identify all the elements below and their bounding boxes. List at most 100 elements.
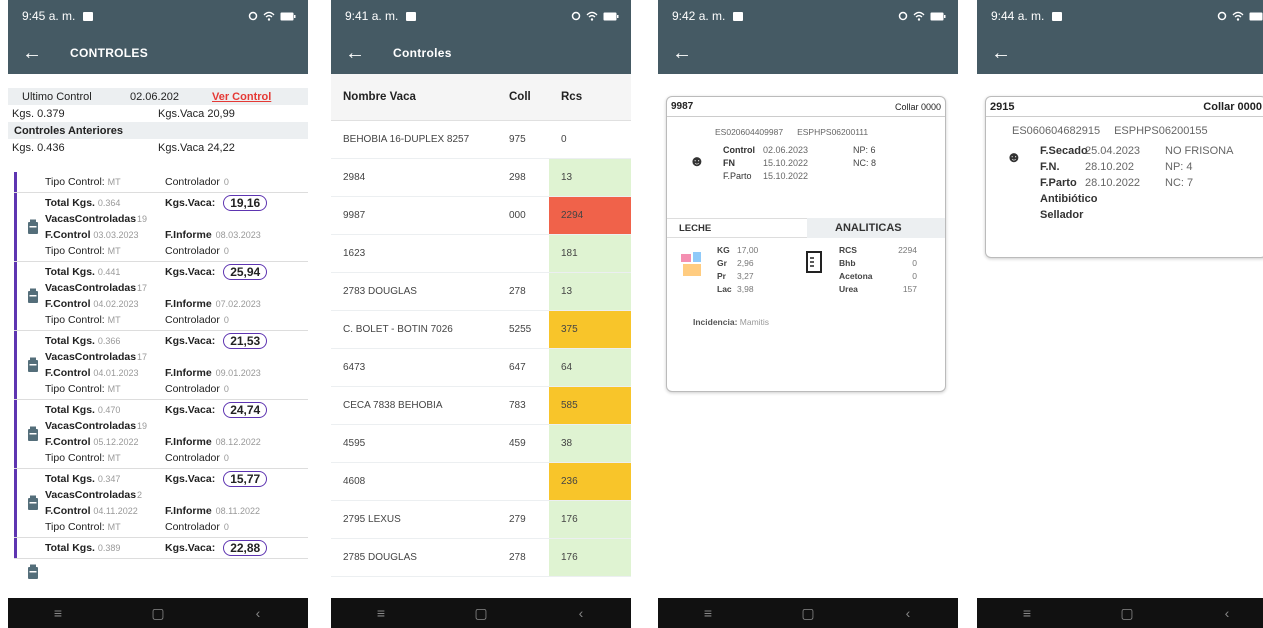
cell-nombre: 6473 <box>331 348 503 387</box>
header-coll[interactable]: Coll <box>503 74 549 121</box>
incidencia-value: Mamitis <box>739 317 770 327</box>
cow-detail-card: 9987 Collar 0000 ES020604409987 ESPHPS06… <box>666 96 946 392</box>
kgs-vaca: Kgs.Vaca: 22,88 <box>165 540 300 556</box>
milk-analytics: KG 17,00 Gr 2,96 Pr 3,27 Lac 3,98 RCS 2294 Bh… <box>667 238 945 295</box>
list-item[interactable]: Tipo Control: MT Controlador 0 <box>14 172 308 192</box>
back-icon[interactable]: ‹ <box>1207 605 1247 621</box>
phone-controles-list: 9:45 a. m. ← CONTROLES Ultimo Control 02… <box>8 0 308 628</box>
back-arrow-icon[interactable]: ← <box>22 43 42 63</box>
incidencia-label: Incidencia: <box>693 317 738 327</box>
list-item[interactable]: Total Kgs. 0.347 Kgs.Vaca: 15,77 VacasContr… <box>14 469 308 537</box>
nc-value: NC: 8 <box>853 157 877 168</box>
table-row[interactable]: 6473 647 64 <box>331 348 631 387</box>
battery-icon <box>280 12 296 20</box>
sync-icon <box>1217 11 1227 21</box>
urea-value: 157 <box>902 284 917 294</box>
table-row[interactable]: C. BOLET - BOTIN 7026 5255 375 <box>331 310 631 349</box>
back-arrow-icon[interactable]: ← <box>991 43 1011 63</box>
cell-nombre: 2783 DOUGLAS <box>331 272 503 311</box>
table-row[interactable]: BEHOBIA 16-DUPLEX 8257 975 0 <box>331 120 631 159</box>
table-header-row: Nombre Vaca Coll Rcs <box>331 74 631 121</box>
recent-apps-icon[interactable]: ≡ <box>361 605 401 621</box>
list-item[interactable]: Total Kgs. 0.364 Kgs.Vaca: 19,16 VacasContr… <box>14 193 308 261</box>
system-nav-bar: ≡ ▢ ‹ <box>331 598 631 628</box>
table-row[interactable]: 2795 LEXUS 279 176 <box>331 500 631 539</box>
cow-icon: ☻ <box>689 153 705 170</box>
app-bar: ← <box>658 32 958 74</box>
list-item[interactable]: Total Kgs. 0.441 Kgs.Vaca: 25,94 VacasContr… <box>14 262 308 330</box>
cell-rcs: 64 <box>549 348 631 387</box>
list-item[interactable]: Total Kgs. 0.366 Kgs.Vaca: 21,53 VacasContr… <box>14 331 308 399</box>
home-icon[interactable]: ▢ <box>138 605 178 622</box>
battery-icon <box>603 12 619 20</box>
table-row[interactable]: 2785 DOUGLAS 278 176 <box>331 538 631 577</box>
table-row[interactable]: 2984 298 13 <box>331 158 631 197</box>
wifi-icon <box>263 11 275 21</box>
app-bar: ← CONTROLES <box>8 32 308 74</box>
gr-value: 2,96 <box>737 258 754 268</box>
ver-control-link[interactable]: Ver Control <box>212 91 271 103</box>
cell-coll <box>503 462 549 501</box>
card-header: 2915 Collar 0000 <box>986 97 1263 117</box>
controlador-label: Controlador 0 <box>165 176 229 188</box>
milk-can-icon <box>28 288 38 303</box>
cell-rcs: 0 <box>549 120 631 159</box>
header-rcs[interactable]: Rcs <box>549 74 631 121</box>
notification-icon <box>406 11 417 21</box>
cell-coll: 298 <box>503 158 549 197</box>
back-icon[interactable]: ‹ <box>238 605 278 621</box>
analiticas-heading: ANALITICAS <box>835 222 902 234</box>
wifi-icon <box>586 11 598 21</box>
battery-icon <box>930 12 946 20</box>
table-row[interactable]: CECA 7838 BEHOBIA 783 585 <box>331 386 631 425</box>
total-kgs: Total Kgs. 0.470 <box>45 404 121 416</box>
back-icon[interactable]: ‹ <box>888 605 928 621</box>
notification-icon <box>83 11 94 21</box>
back-arrow-icon[interactable]: ← <box>345 43 365 63</box>
last-control-label: Ultimo Control <box>22 90 92 103</box>
list-item[interactable]: Total Kgs. 0.470 Kgs.Vaca: 24,74 VacasContr… <box>14 400 308 468</box>
battery-icon <box>1249 12 1263 20</box>
table-row[interactable]: 4595 459 38 <box>331 424 631 463</box>
kgs-vaca-value: Kgs.Vaca 20,99 <box>158 107 235 120</box>
milk-can-icon <box>28 426 38 441</box>
fn-date: 15.10.2022 <box>763 157 809 168</box>
header-nombre[interactable]: Nombre Vaca <box>331 74 503 121</box>
recent-apps-icon[interactable]: ≡ <box>1007 605 1047 621</box>
last-control-date: 02.06.202 <box>130 90 179 103</box>
home-icon[interactable]: ▢ <box>1107 605 1147 622</box>
rcs-value: 2294 <box>898 245 917 255</box>
fsecado-label: F.Secado <box>1040 145 1088 157</box>
cell-coll: 279 <box>503 500 549 539</box>
notification-icon <box>733 11 744 21</box>
wifi-icon <box>1232 11 1244 21</box>
table-row[interactable]: 2783 DOUGLAS 278 13 <box>331 272 631 311</box>
recent-apps-icon[interactable]: ≡ <box>688 605 728 621</box>
back-arrow-icon[interactable]: ← <box>672 43 692 63</box>
sync-icon <box>898 11 908 21</box>
page-title: Controles <box>393 46 452 60</box>
last-control-row: Ultimo Control 02.06.202 Ver Control <box>8 88 308 105</box>
cell-nombre: 2984 <box>331 158 503 197</box>
back-icon[interactable]: ‹ <box>561 605 601 621</box>
card-header: 9987 Collar 0000 <box>667 97 945 117</box>
home-icon[interactable]: ▢ <box>461 605 501 622</box>
phone-dry-cow-detail: 9:44 a. m. ← 2915 Collar 0000 ES06060468… <box>977 0 1263 628</box>
recent-apps-icon[interactable]: ≡ <box>38 605 78 621</box>
home-icon[interactable]: ▢ <box>788 605 828 622</box>
total-kgs: Total Kgs. 0.364 <box>45 197 121 209</box>
table-row[interactable]: 9987 000 2294 <box>331 196 631 235</box>
cell-rcs: 176 <box>549 538 631 577</box>
previous-controls-heading: Controles Anteriores <box>8 122 308 139</box>
np-value: NP: 6 <box>853 144 876 155</box>
table-row[interactable]: 1623 181 <box>331 234 631 273</box>
cell-nombre: 4608 <box>331 462 503 501</box>
fn-label: F.N. <box>1040 161 1060 173</box>
milk-icon <box>667 244 717 295</box>
list-item[interactable]: Total Kgs. 0.389 Kgs.Vaca: 22,88 <box>14 538 308 579</box>
cell-nombre: 2795 LEXUS <box>331 500 503 539</box>
table-row[interactable]: 4608 236 <box>331 462 631 501</box>
nc-value: NC: 7 <box>1165 177 1194 189</box>
tipo-control: Tipo Control: MT <box>45 521 121 533</box>
previous-kgs-value: Kgs. 0.436 <box>12 141 65 154</box>
